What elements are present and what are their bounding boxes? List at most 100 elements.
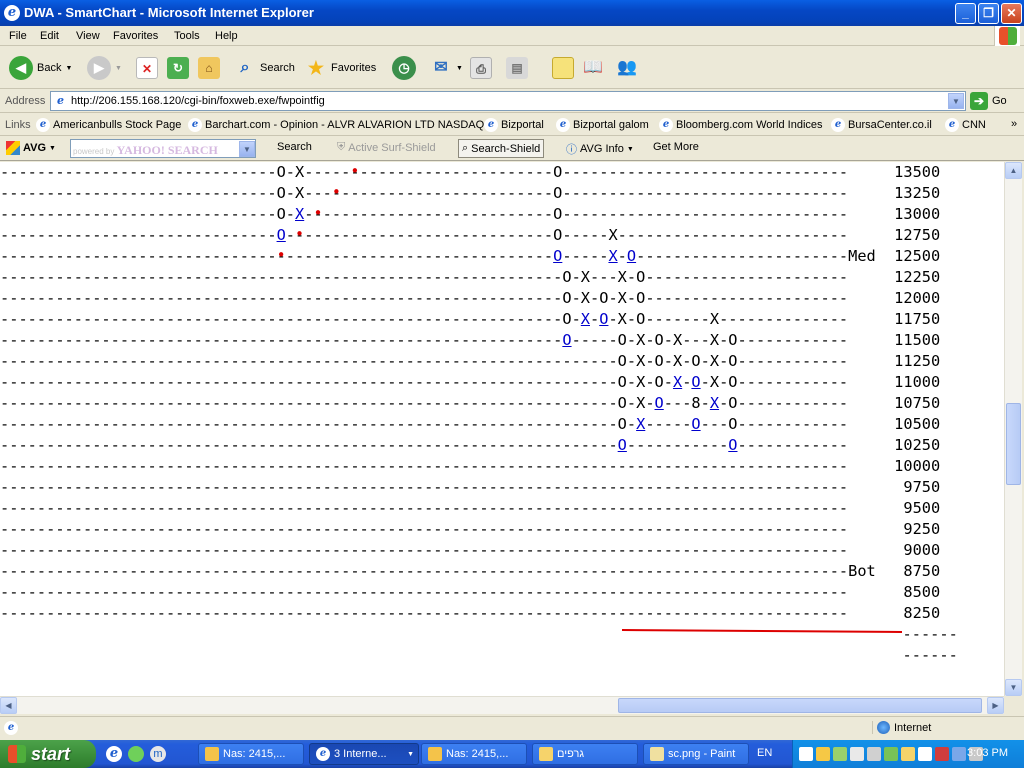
tray-app-icon[interactable] (952, 747, 966, 761)
close-button[interactable]: ✕ (1001, 3, 1022, 24)
menu-favorites[interactable]: Favorites (113, 30, 158, 42)
search-shield-label: Search-Shield (471, 142, 541, 155)
link-page-icon: e (36, 118, 50, 132)
tray-app-icon[interactable] (901, 747, 915, 761)
search-shield-button[interactable]: ⌕ Search-Shield (458, 139, 545, 158)
star-icon: ★ (307, 58, 325, 78)
link-label: Barchart.com - Opinion - ALVR ALVARION L… (205, 119, 485, 131)
chevron-down-icon: ▼ (456, 64, 463, 72)
app-icon (428, 747, 442, 761)
minimize-button[interactable]: _ (955, 3, 976, 24)
task-internet-explorer[interactable]: e 3 Interne... ▼ (309, 743, 419, 765)
link-americanbulls[interactable]: e Americanbulls Stock Page (36, 118, 181, 132)
links-more-button[interactable]: » (1011, 118, 1017, 130)
menu-help[interactable]: Help (215, 30, 238, 42)
chevron-down-icon: ▼ (115, 64, 122, 72)
refresh-button[interactable]: ↻ (167, 54, 189, 82)
info-icon: ⓘ (566, 144, 577, 156)
zone-label: Internet (894, 721, 932, 734)
link-bursacenter[interactable]: e BursaCenter.co.il (831, 118, 932, 132)
address-input[interactable]: e http://206.155.168.120/cgi-bin/foxweb.… (50, 91, 966, 111)
scroll-right-icon[interactable]: ▶ (987, 697, 1004, 714)
ie-window: e DWA - SmartChart - Microsoft Internet … (0, 0, 1024, 740)
home-button[interactable]: ⌂ (198, 54, 220, 82)
yahoo-search-input[interactable]: powered by YAHOO! SEARCH ▼ (70, 139, 256, 158)
tray-app-icon[interactable] (918, 747, 932, 761)
link-label: Bloomberg.com World Indices (676, 119, 823, 131)
tray-app-icon[interactable] (850, 747, 864, 761)
discuss-button[interactable] (552, 54, 574, 82)
go-arrow-icon: ➔ (970, 92, 988, 110)
address-dropdown-icon[interactable]: ▼ (948, 93, 964, 109)
horizontal-scroll-thumb[interactable] (618, 698, 982, 713)
messenger-button[interactable]: 👥 (616, 54, 638, 82)
edit-button[interactable]: ▤ (506, 54, 528, 82)
vertical-scroll-thumb[interactable] (1006, 403, 1021, 485)
menu-view[interactable]: View (76, 30, 100, 42)
avg-menu-button[interactable]: AVG ▼ (6, 141, 56, 155)
favorites-button[interactable]: ★ Favorites (305, 54, 376, 82)
restore-button[interactable]: ❐ (978, 3, 999, 24)
start-button[interactable]: start (0, 740, 96, 768)
title-bar[interactable]: e DWA - SmartChart - Microsoft Internet … (0, 0, 1024, 26)
avg-search-button[interactable]: Search (277, 141, 312, 153)
link-page-icon: e (484, 118, 498, 132)
chevron-down-icon[interactable]: ▼ (239, 141, 255, 157)
ie-quicklaunch-icon[interactable]: e (106, 746, 122, 762)
search-button[interactable]: ⌕ Search (234, 54, 295, 82)
print-button[interactable]: ⎙ (470, 54, 492, 82)
back-label: Back (37, 62, 62, 74)
menu-bar: File Edit View Favorites Tools Help (0, 26, 1024, 46)
mail-button[interactable]: ✉ ▼ (430, 54, 463, 82)
scroll-left-icon[interactable]: ◀ (0, 697, 17, 714)
link-cnn[interactable]: e CNN (945, 118, 986, 132)
task-label: Nas: 2415,... (446, 748, 509, 760)
history-button[interactable]: ◷ (392, 54, 416, 82)
avg-info-label: AVG Info (580, 143, 624, 155)
forward-button[interactable]: ▶ ▼ (87, 54, 122, 82)
scroll-up-icon[interactable]: ▲ (1005, 162, 1022, 179)
messenger-quicklaunch-icon[interactable] (128, 746, 144, 762)
folder-icon (539, 747, 553, 761)
task-nas-1[interactable]: Nas: 2415,... (198, 743, 304, 765)
link-bizportal-galom[interactable]: e Bizportal galom (556, 118, 649, 132)
tray-app-icon[interactable] (833, 747, 847, 761)
link-page-icon: e (188, 118, 202, 132)
active-surf-shield-button[interactable]: ⛨ Active Surf-Shield (337, 141, 436, 154)
get-more-button[interactable]: Get More (653, 141, 699, 153)
back-arrow-icon: ◀ (9, 56, 33, 80)
stop-button[interactable]: ✕ (136, 54, 158, 82)
status-page-icon: e (4, 721, 18, 735)
task-folder[interactable]: גרפים (532, 743, 638, 765)
back-button[interactable]: ◀ Back ▼ (9, 54, 72, 82)
tray-app-icon[interactable] (799, 747, 813, 761)
link-barchart[interactable]: e Barchart.com - Opinion - ALVR ALVARION … (188, 118, 484, 132)
menu-file[interactable]: File (9, 30, 27, 42)
language-indicator[interactable]: EN (757, 747, 772, 759)
link-page-icon: e (659, 118, 673, 132)
tray-app-icon[interactable] (816, 747, 830, 761)
menu-tools[interactable]: Tools (174, 30, 200, 42)
avg-info-button[interactable]: ⓘ AVG Info ▼ (566, 141, 634, 157)
ie-app-icon: e (4, 5, 20, 21)
tray-alert-icon[interactable] (935, 747, 949, 761)
menu-edit[interactable]: Edit (40, 30, 59, 42)
system-tray: 3:03 PM (792, 740, 1024, 768)
media-quicklaunch-icon[interactable]: m (150, 746, 166, 762)
research-button[interactable]: 📖 (582, 54, 604, 82)
tray-app-icon[interactable] (867, 747, 881, 761)
task-nas-2[interactable]: Nas: 2415,... (421, 743, 527, 765)
scroll-down-icon[interactable]: ▼ (1005, 679, 1022, 696)
tray-app-icon[interactable] (884, 747, 898, 761)
task-label: 3 Interne... (334, 748, 387, 760)
link-bloomberg[interactable]: e Bloomberg.com World Indices (659, 118, 823, 132)
link-label: CNN (962, 119, 986, 131)
go-button[interactable]: ➔ Go (970, 92, 1007, 110)
mail-icon: ✉ (434, 59, 448, 76)
link-bizportal[interactable]: e Bizportal (484, 118, 544, 132)
messenger-icon: 👥 (617, 59, 637, 76)
search-shield-icon: ⌕ (462, 142, 469, 154)
search-icon: ⌕ (240, 59, 250, 76)
chevron-down-icon: ▼ (65, 64, 73, 72)
task-paint[interactable]: sc.png - Paint (643, 743, 749, 765)
